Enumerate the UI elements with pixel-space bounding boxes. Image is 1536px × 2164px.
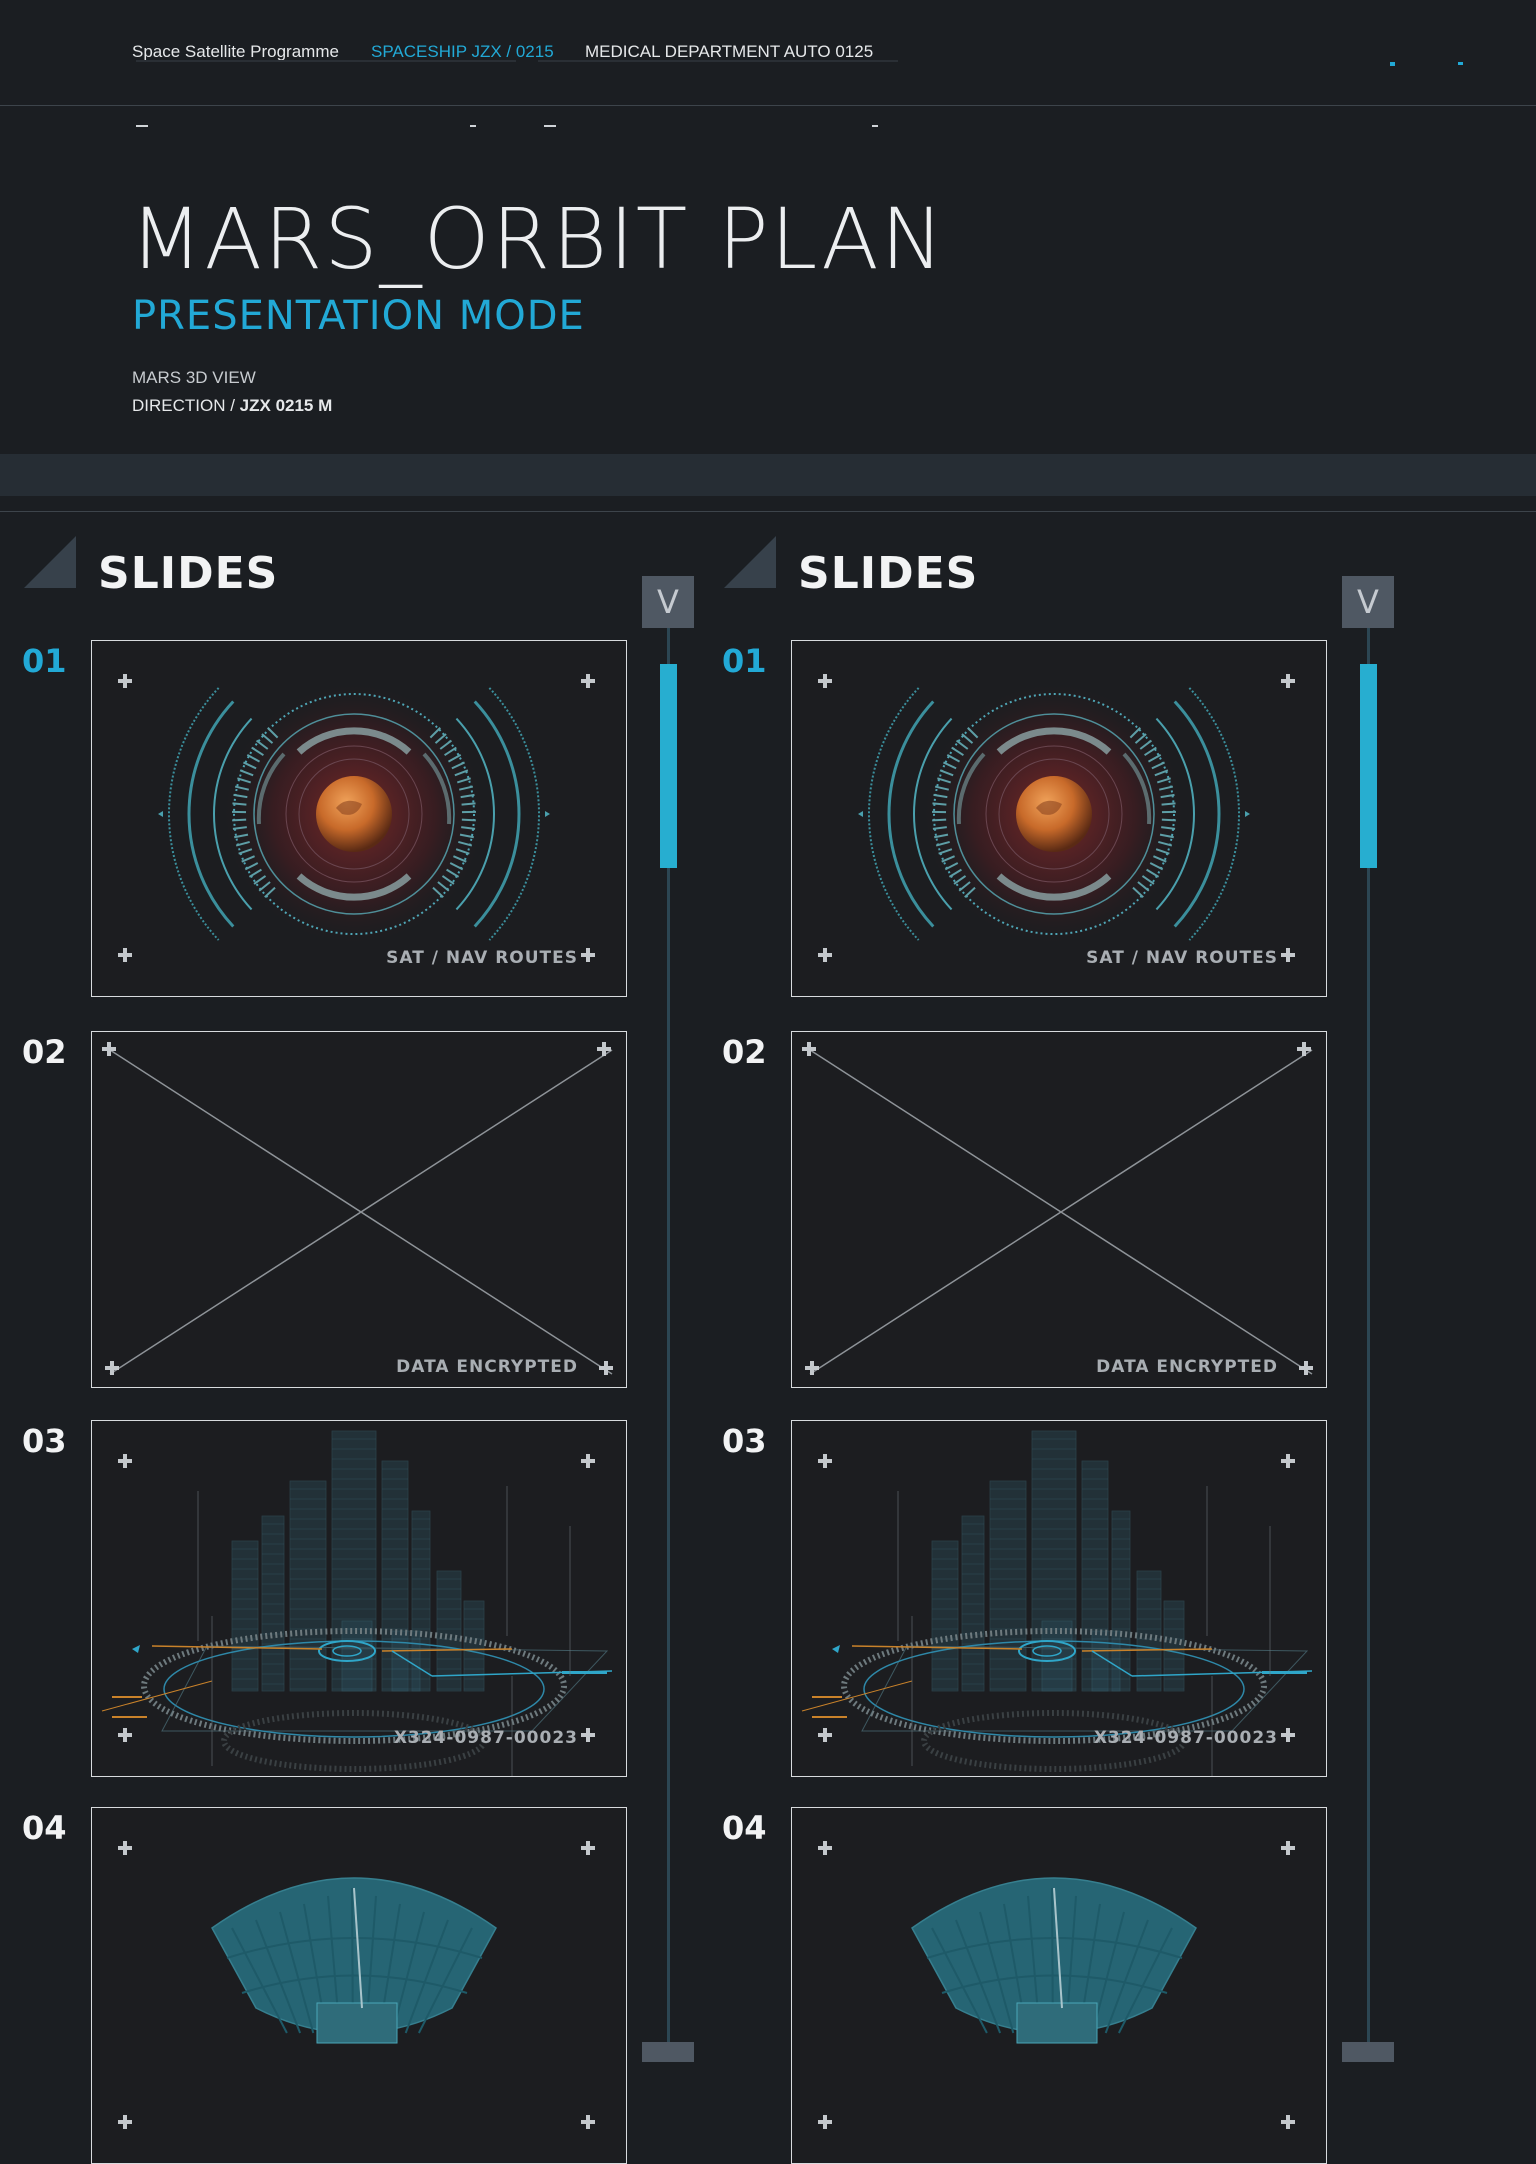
- corner-plus-icon: [118, 1728, 132, 1742]
- slide-thumbnail[interactable]: [91, 1807, 627, 2164]
- corner-plus-icon: [102, 1042, 116, 1056]
- slides-panel-right: SLIDES V 01 SAT / NAV ROUTES 02 DATA ENCRYP…: [700, 512, 1400, 2048]
- corner-plus-icon: [581, 2115, 595, 2129]
- corner-plus-icon: [118, 1454, 132, 1468]
- corner-plus-icon: [581, 1454, 595, 1468]
- satellite-dish-icon: [92, 1808, 627, 2164]
- corner-plus-icon: [1281, 948, 1295, 962]
- page-title: MARS_ORBIT PLAN: [130, 190, 946, 288]
- slides-panel-left: SLIDES V 01 SAT / NAV ROUTES 02 DATA ENCRYP…: [0, 512, 700, 2048]
- slide-number: 04: [722, 1809, 767, 1847]
- view-label: MARS 3D VIEW: [132, 368, 256, 388]
- slide-number: 03: [722, 1422, 767, 1460]
- scrollbar-thumb[interactable]: [1360, 664, 1377, 868]
- scrollbar-thumb[interactable]: [660, 664, 677, 868]
- nav-spaceship[interactable]: SPACESHIP JZX / 0215: [371, 42, 554, 62]
- corner-plus-icon: [818, 1728, 832, 1742]
- city-hologram-icon: [92, 1421, 627, 1777]
- slides-heading: SLIDES: [798, 548, 978, 599]
- corner-plus-icon: [1297, 1042, 1311, 1056]
- mars-hud-icon: [792, 641, 1327, 997]
- slide-number: 02: [722, 1033, 767, 1071]
- corner-plus-icon: [1281, 1454, 1295, 1468]
- scroll-up-button[interactable]: V: [1342, 576, 1394, 628]
- corner-plus-icon: [802, 1042, 816, 1056]
- ruler-tick: [136, 125, 148, 127]
- slide-number: 02: [22, 1033, 67, 1071]
- corner-plus-icon: [118, 1841, 132, 1855]
- nav-indicator-1: [1390, 62, 1395, 66]
- section-band: [0, 454, 1536, 496]
- slide-caption: DATA ENCRYPTED: [396, 1357, 578, 1377]
- corner-plus-icon: [105, 1361, 119, 1375]
- corner-plus-icon: [818, 948, 832, 962]
- corner-plus-icon: [1281, 1728, 1295, 1742]
- slide-thumbnail[interactable]: SAT / NAV ROUTES: [91, 640, 627, 997]
- corner-plus-icon: [581, 1841, 595, 1855]
- slide-caption: DATA ENCRYPTED: [1096, 1357, 1278, 1377]
- slide-thumbnail[interactable]: DATA ENCRYPTED: [791, 1031, 1327, 1388]
- scroll-up-button[interactable]: V: [642, 576, 694, 628]
- slide-number: 03: [22, 1422, 67, 1460]
- ruler-tick: [544, 125, 556, 127]
- corner-plus-icon: [1281, 1841, 1295, 1855]
- corner-plus-icon: [118, 674, 132, 688]
- nav-underline-1: [136, 60, 516, 62]
- corner-plus-icon: [1281, 2115, 1295, 2129]
- slide-thumbnail[interactable]: SAT / NAV ROUTES: [791, 640, 1327, 997]
- slide-number: 04: [22, 1809, 67, 1847]
- image-placeholder-icon: [792, 1032, 1327, 1388]
- nav-medical[interactable]: MEDICAL DEPARTMENT AUTO 0125: [585, 42, 873, 62]
- corner-plus-icon: [818, 1454, 832, 1468]
- top-bar: Space Satellite Programme SPACESHIP JZX …: [0, 0, 1536, 105]
- corner-plus-icon: [818, 1841, 832, 1855]
- slide-caption: SAT / NAV ROUTES: [386, 948, 578, 968]
- corner-plus-icon: [581, 1728, 595, 1742]
- slide-caption: X324-0987-00023: [394, 1728, 578, 1748]
- corner-plus-icon: [599, 1361, 613, 1375]
- scroll-down-button[interactable]: [1342, 2042, 1394, 2062]
- satellite-dish-icon: [792, 1808, 1327, 2164]
- nav-underline-2: [538, 60, 898, 62]
- corner-plus-icon: [118, 2115, 132, 2129]
- city-hologram-icon: [792, 1421, 1327, 1777]
- slide-thumbnail[interactable]: X324-0987-00023: [791, 1420, 1327, 1777]
- corner-plus-icon: [1281, 674, 1295, 688]
- corner-marker-icon: [24, 536, 76, 588]
- corner-plus-icon: [1299, 1361, 1313, 1375]
- corner-plus-icon: [118, 948, 132, 962]
- ruler-tick: [872, 125, 878, 127]
- slide-thumbnail[interactable]: DATA ENCRYPTED: [91, 1031, 627, 1388]
- nav-indicator-2: [1458, 62, 1463, 65]
- slides-heading: SLIDES: [98, 548, 278, 599]
- corner-plus-icon: [581, 674, 595, 688]
- slide-caption: X324-0987-00023: [1094, 1728, 1278, 1748]
- slide-number: 01: [722, 642, 767, 680]
- corner-plus-icon: [805, 1361, 819, 1375]
- slide-thumbnail[interactable]: X324-0987-00023: [91, 1420, 627, 1777]
- nav-programme[interactable]: Space Satellite Programme: [132, 42, 339, 62]
- image-placeholder-icon: [92, 1032, 627, 1388]
- ruler-tick: [470, 125, 476, 127]
- header-divider: [0, 105, 1536, 106]
- slide-caption: SAT / NAV ROUTES: [1086, 948, 1278, 968]
- slide-number: 01: [22, 642, 67, 680]
- corner-plus-icon: [597, 1042, 611, 1056]
- scroll-down-button[interactable]: [642, 2042, 694, 2062]
- mars-hud-icon: [92, 641, 627, 997]
- page-subtitle: PRESENTATION MODE: [132, 293, 585, 339]
- corner-plus-icon: [818, 2115, 832, 2129]
- corner-marker-icon: [724, 536, 776, 588]
- slide-thumbnail[interactable]: [791, 1807, 1327, 2164]
- corner-plus-icon: [818, 674, 832, 688]
- corner-plus-icon: [581, 948, 595, 962]
- direction-label: DIRECTION / JZX 0215 M: [132, 396, 332, 416]
